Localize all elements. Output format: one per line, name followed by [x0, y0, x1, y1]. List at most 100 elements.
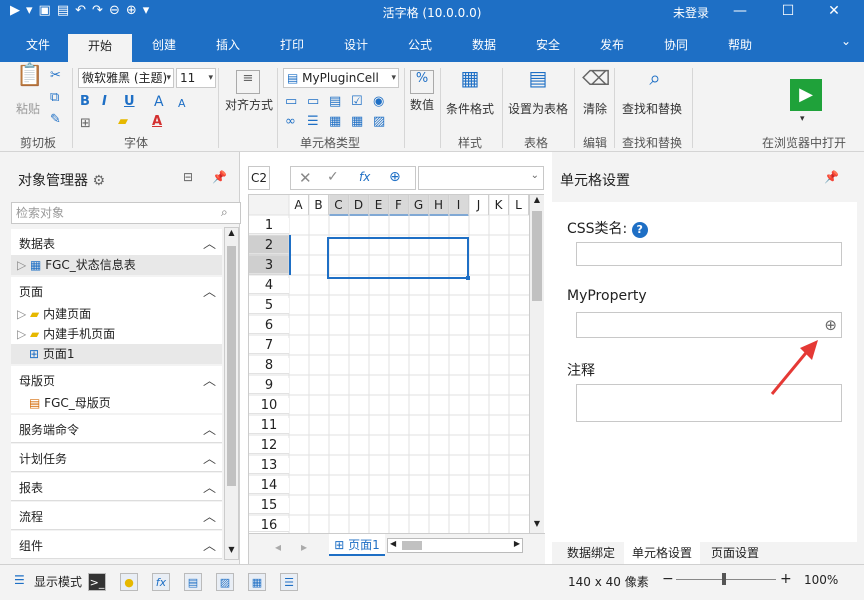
textbox-celltype-icon[interactable]: ▤ [329, 94, 341, 110]
align-button[interactable]: 对齐方式 [225, 96, 273, 113]
row-header[interactable]: 6 [249, 318, 289, 334]
display-mode-label[interactable]: 显示模式 [34, 573, 82, 590]
fx-icon[interactable]: fx [359, 170, 370, 184]
col-header[interactable]: A [289, 195, 309, 215]
grid-panel-icon[interactable]: ☰ [280, 573, 298, 591]
col-header[interactable]: J [469, 195, 489, 215]
console-icon[interactable]: >_ [88, 573, 106, 591]
pin-icon[interactable]: 📌 [824, 170, 839, 184]
align-icon[interactable]: ≡ [236, 70, 260, 94]
col-header[interactable]: I [449, 195, 469, 215]
border-icon[interactable]: ⊞ [80, 116, 91, 132]
col-header[interactable]: L [509, 195, 529, 215]
row-header[interactable]: 2 [249, 238, 289, 254]
collapse-panel-icon[interactable]: ⊟ [183, 170, 193, 184]
play-icon[interactable]: ▶ [790, 79, 822, 111]
row-header[interactable]: 9 [249, 378, 289, 394]
pin-icon[interactable]: 📌 [212, 170, 227, 184]
col-header[interactable]: E [369, 195, 389, 215]
image-panel-icon[interactable]: ▨ [216, 573, 234, 591]
fx-panel-icon[interactable]: fx [152, 573, 170, 591]
globe-icon[interactable]: ⊕ [824, 316, 837, 334]
section-workflow[interactable]: 流程 ︿ [11, 502, 222, 530]
underline-button[interactable]: U [124, 94, 135, 110]
copy-icon[interactable]: ⧉ [50, 90, 59, 106]
zoom-in-button[interactable]: + [780, 571, 792, 587]
zoom-out-button[interactable]: − [662, 571, 674, 587]
find-replace-button[interactable]: 查找和替换 [622, 100, 682, 117]
row-header[interactable]: 5 [249, 298, 289, 314]
globe-icon[interactable]: ⊕ [389, 169, 401, 185]
cell-list-icon[interactable]: ▤ [184, 573, 202, 591]
settings-gear-icon[interactable]: ⚙ [92, 173, 105, 189]
spreadsheet-grid[interactable]: A B C D E F G H I J K L 1 2 3 4 5 6 7 8 … [248, 194, 545, 564]
format-painter-icon[interactable]: ✎ [50, 112, 61, 128]
cancel-icon[interactable]: ✕ [299, 169, 312, 187]
collapse-ribbon-icon[interactable]: ⌄ [836, 32, 856, 58]
tab-file[interactable]: 文件 [14, 36, 62, 62]
sheet-tab-page1[interactable]: ⊞ 页面1 [329, 534, 385, 556]
row-header[interactable]: 16 [249, 518, 289, 532]
set-table-button[interactable]: 设置为表格 [508, 100, 568, 117]
minimize-button[interactable]: — [730, 2, 750, 20]
font-size-select[interactable]: 11 ▾ [176, 68, 216, 88]
tree-item-page1[interactable]: ⊞ 页面1 [11, 344, 222, 364]
layout-icon[interactable]: ▦ [248, 573, 266, 591]
tree-item-builtin-pages[interactable]: ▷ ▰ 内建页面 [11, 304, 222, 324]
object-manager-scrollbar[interactable]: ▲ ▼ [224, 227, 239, 560]
tab-print[interactable]: 打印 [268, 36, 316, 62]
col-header[interactable]: F [389, 195, 409, 215]
help-icon[interactable]: ? [631, 222, 648, 238]
cell-reference-box[interactable]: C2 [248, 166, 270, 190]
search-icon[interactable]: ⌕ [221, 205, 228, 220]
row-header[interactable]: 8 [249, 358, 289, 374]
tab-page-settings[interactable]: 页面设置 [702, 542, 768, 564]
grow-font-button[interactable]: A [154, 94, 164, 110]
col-header[interactable]: C [329, 195, 349, 215]
section-reports[interactable]: 报表 ︿ [11, 473, 222, 501]
row-header[interactable]: 11 [249, 418, 289, 434]
tab-security[interactable]: 安全 [524, 36, 572, 62]
tab-data-binding[interactable]: 数据绑定 [560, 542, 622, 564]
tab-design[interactable]: 设计 [332, 36, 380, 62]
row-header[interactable]: 13 [249, 458, 289, 474]
number-celltype-icon[interactable]: ▦ [329, 114, 341, 130]
row-header[interactable]: 7 [249, 338, 289, 354]
checkbox-celltype-icon[interactable]: ☑ [351, 94, 363, 110]
tab-publish[interactable]: 发布 [588, 36, 636, 62]
list-celltype-icon[interactable]: ☰ [307, 114, 319, 130]
zoom-slider-thumb[interactable] [722, 573, 726, 585]
maximize-button[interactable]: ☐ [778, 2, 798, 20]
my-property-input[interactable]: ⊕ [576, 312, 842, 338]
image-celltype-icon[interactable]: ▨ [373, 114, 385, 130]
object-search-input[interactable]: 检索对象 [11, 202, 241, 224]
clear-button[interactable]: 清除 [583, 100, 607, 117]
row-header[interactable]: 1 [249, 218, 289, 234]
section-scheduled-tasks[interactable]: 计划任务 ︿ [11, 444, 222, 472]
cut-icon[interactable]: ✂ [50, 68, 61, 84]
tab-cell-settings[interactable]: 单元格设置 [624, 542, 700, 564]
button-celltype-icon[interactable]: ▭ [285, 94, 297, 110]
number-button[interactable]: 数值 [410, 96, 434, 113]
confirm-icon[interactable]: ✓ [327, 169, 339, 185]
grid-horizontal-scrollbar[interactable]: ◀ ▶ [387, 538, 523, 553]
eraser-icon[interactable]: ⌫ [582, 68, 610, 96]
col-header[interactable]: K [489, 195, 509, 215]
next-sheet-icon[interactable]: ▸ [301, 540, 307, 554]
tree-item-status-table[interactable]: ▷ ▦ FGC_状态信息表 [11, 255, 222, 275]
tab-create[interactable]: 创建 [140, 36, 188, 62]
col-header[interactable]: B [309, 195, 329, 215]
tree-item-builtin-mobile-pages[interactable]: ▷ ▰ 内建手机页面 [11, 324, 222, 344]
tab-help[interactable]: 帮助 [716, 36, 764, 62]
tab-formula[interactable]: 公式 [396, 36, 444, 62]
section-master-pages[interactable]: 母版页 ︿ [11, 366, 222, 394]
tree-item-master-page[interactable]: ▤ FGC_母版页 [11, 393, 222, 413]
conditional-format-icon[interactable]: ▦ [456, 68, 484, 96]
shrink-font-button[interactable]: A [178, 96, 186, 112]
tab-data[interactable]: 数据 [460, 36, 508, 62]
table-icon[interactable]: ▤ [524, 68, 552, 96]
calendar-celltype-icon[interactable]: ▦ [351, 114, 363, 130]
login-status[interactable]: 未登录 [673, 4, 709, 21]
css-class-input[interactable] [576, 242, 842, 266]
row-header[interactable]: 12 [249, 438, 289, 454]
